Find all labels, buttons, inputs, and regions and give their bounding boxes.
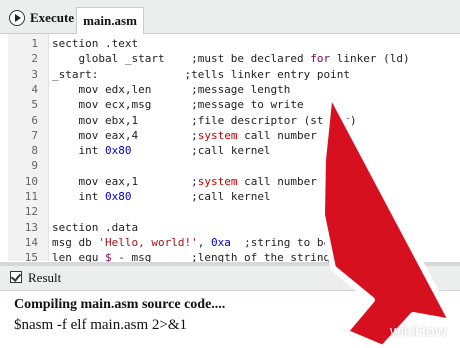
line-number: 5 bbox=[31, 98, 38, 112]
code-text: mov eax,4 ;system call number (sys_ bbox=[52, 128, 357, 144]
code-token: int bbox=[52, 190, 105, 203]
code-line: 4 mov edx,len ;message length bbox=[0, 82, 460, 98]
code-text: msg db 'Hello, world!', 0xa ;string to b… bbox=[52, 235, 350, 251]
code-line: 5 mov ecx,msg ;message to write bbox=[0, 97, 460, 113]
wikihow-watermark: wikiHow bbox=[390, 323, 447, 340]
code-token: mov ecx,msg ;message to write bbox=[52, 98, 304, 112]
code-line: 14 msg db 'Hello, world!', 0xa ;string to… bbox=[0, 235, 460, 251]
code-token: mov edx,len ;message length bbox=[52, 82, 291, 96]
execute-label: Execute bbox=[30, 10, 75, 25]
code-token: 0xa bbox=[210, 235, 231, 249]
toolbar: Execute main.asm bbox=[0, 0, 460, 34]
code-line: 2 global _start ;must be declared for li… bbox=[0, 51, 460, 67]
line-number: 7 bbox=[31, 128, 38, 142]
line-number: 8 bbox=[31, 144, 38, 158]
line-number: 2 bbox=[31, 52, 38, 66]
line-number: 14 bbox=[24, 235, 38, 249]
code-text: int 0x80 ;call kernel bbox=[52, 143, 271, 159]
code-token: call number (sys_ bbox=[237, 174, 357, 188]
code-token: for bbox=[310, 52, 331, 66]
code-token: linker (ld) bbox=[330, 52, 410, 66]
code-token: _start: ;tells linker entry point bbox=[52, 67, 351, 81]
code-token: mov ebx,1 ;file descriptor (stdout) bbox=[52, 113, 357, 127]
code-token: section .text bbox=[52, 37, 139, 50]
code-line: 6 mov ebx,1 ;file descriptor (stdout) bbox=[0, 113, 460, 129]
command-line: $nasm -f elf main.asm 2>&1 bbox=[14, 317, 188, 333]
code-token: ;string to be pr bbox=[230, 235, 351, 249]
line-number: 11 bbox=[24, 190, 38, 203]
code-line: 9 bbox=[0, 158, 460, 174]
result-label: Result bbox=[28, 270, 62, 285]
code-text: _start: ;tells linker entry point bbox=[52, 67, 350, 83]
line-number: 9 bbox=[31, 159, 38, 173]
code-token: system bbox=[197, 128, 238, 142]
code-token: int bbox=[52, 144, 105, 158]
code-token: mov eax,1 ; bbox=[52, 174, 198, 188]
line-number: 13 bbox=[24, 220, 38, 234]
code-token: ;call kernel bbox=[131, 144, 271, 158]
code-token: , bbox=[197, 235, 211, 249]
code-token: ;call kernel bbox=[131, 190, 271, 203]
line-number: 3 bbox=[31, 67, 38, 81]
line-number: 6 bbox=[31, 113, 38, 127]
code-token: msg db bbox=[52, 235, 99, 249]
code-text: int 0x80 ;call kernel bbox=[52, 189, 271, 205]
code-line: 13 section .data bbox=[0, 220, 460, 236]
code-line: 1 section .text bbox=[0, 36, 460, 52]
code-text: mov eax,1 ;system call number (sys_ bbox=[52, 174, 357, 190]
code-editor[interactable]: 1 section .text 2 global _start ;must be d… bbox=[0, 34, 460, 264]
code-token: section .data bbox=[52, 220, 139, 234]
code-token: global _start ;must be declared bbox=[52, 52, 311, 66]
play-circle-icon bbox=[9, 10, 25, 26]
line-number: 1 bbox=[31, 37, 38, 50]
code-line: 11 int 0x80 ;call kernel bbox=[0, 189, 460, 205]
code-token: 'Hello, world!' bbox=[98, 235, 198, 249]
result-output: Compiling main.asm source code.... $nasm… bbox=[14, 296, 454, 335]
code-token: 0x80 bbox=[104, 190, 132, 203]
tab-main-asm[interactable]: main.asm bbox=[76, 7, 144, 34]
code-token: system bbox=[197, 174, 238, 188]
code-line: 7 mov eax,4 ;system call number (sys_ bbox=[0, 128, 460, 144]
code-text: section .data bbox=[52, 220, 138, 236]
code-line: 12 bbox=[0, 204, 460, 220]
watermark-how: How bbox=[415, 323, 447, 340]
code-line: 3 _start: ;tells linker entry point bbox=[0, 67, 460, 83]
code-line: 8 int 0x80 ;call kernel bbox=[0, 143, 460, 159]
line-number: 4 bbox=[31, 82, 38, 96]
code-token: mov eax,4 ; bbox=[52, 128, 198, 142]
execute-button[interactable]: Execute bbox=[9, 8, 74, 28]
code-text: mov ebx,1 ;file descriptor (stdout) bbox=[52, 113, 357, 129]
line-number: 10 bbox=[24, 174, 38, 188]
code-line: 10 mov eax,1 ;system call number (sys_ bbox=[0, 174, 460, 190]
code-text: section .text bbox=[52, 36, 138, 52]
code-token: 0x80 bbox=[104, 144, 132, 158]
compile-message: Compiling main.asm source code.... bbox=[14, 297, 226, 312]
line-number: 12 bbox=[24, 205, 38, 219]
checkbox-icon[interactable] bbox=[10, 271, 22, 283]
code-token: call number (sys_ bbox=[237, 128, 357, 142]
watermark-wiki: wiki bbox=[390, 323, 415, 340]
code-text: mov edx,len ;message length bbox=[52, 82, 290, 98]
code-text: mov ecx,msg ;message to write bbox=[52, 97, 304, 113]
code-text: global _start ;must be declared for link… bbox=[52, 51, 410, 67]
result-header[interactable]: Result bbox=[0, 266, 460, 291]
